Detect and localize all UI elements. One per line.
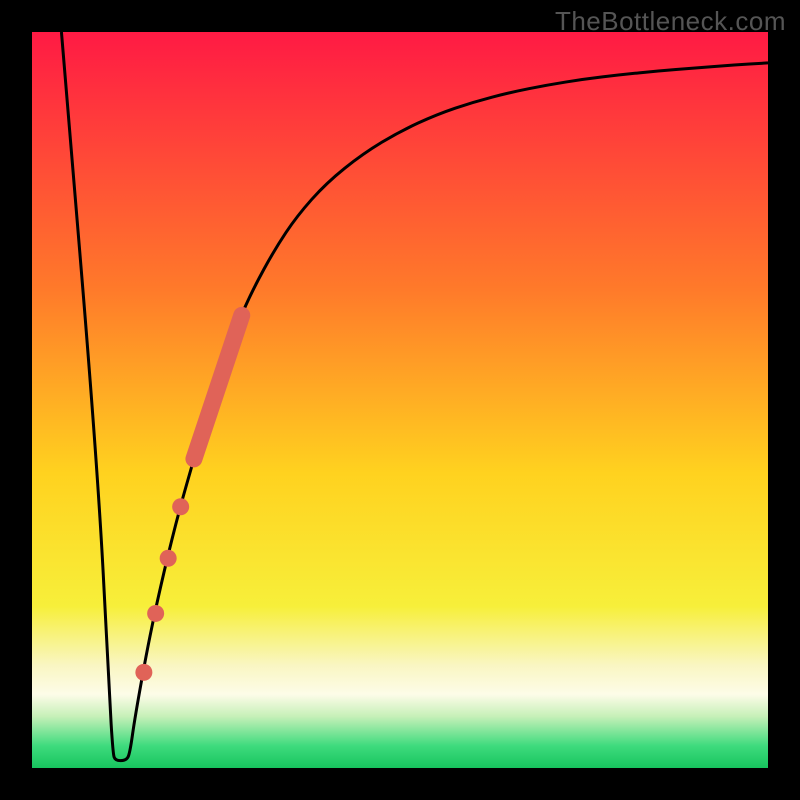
highlight-dot [160,550,177,567]
highlight-dot [172,498,189,515]
plot-area [32,32,768,768]
chart-svg [32,32,768,768]
gradient-background [32,32,768,768]
watermark-text: TheBottleneck.com [555,6,786,37]
highlight-dot [147,605,164,622]
highlight-dot [135,664,152,681]
chart-frame: TheBottleneck.com [0,0,800,800]
